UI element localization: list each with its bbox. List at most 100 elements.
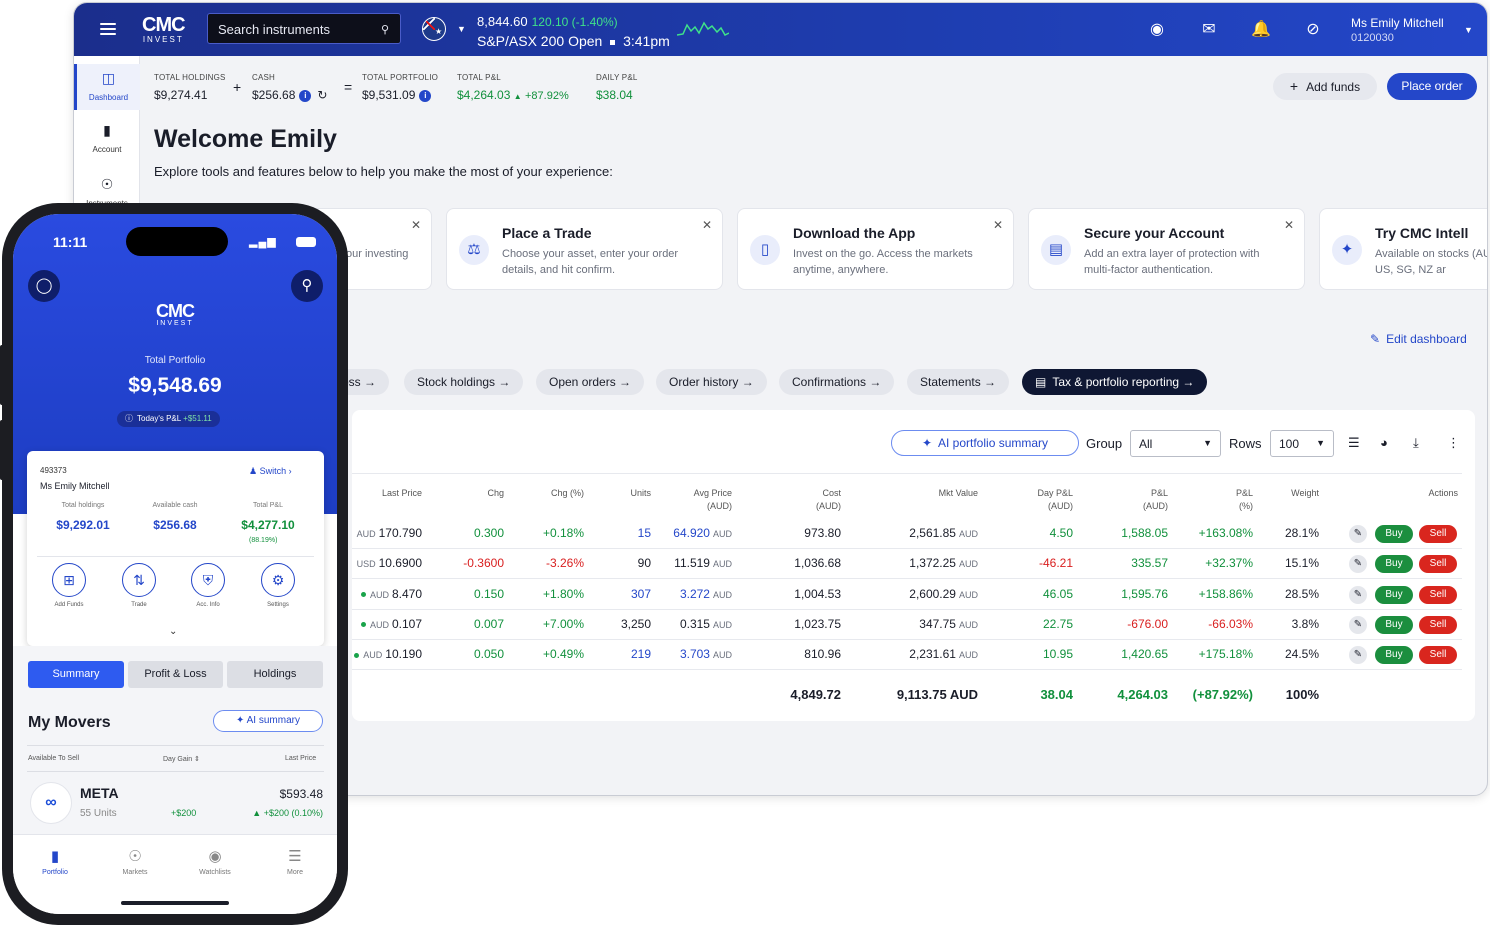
card-place-trade[interactable]: ⚖ Place a Trade Choose your asset, enter… [446, 208, 723, 290]
sell-button[interactable]: Sell [1419, 525, 1457, 543]
add-funds-icon[interactable]: ⊞ [52, 563, 86, 597]
user-icon: ♟ [249, 466, 258, 476]
chat-icon[interactable]: ◯ [28, 270, 60, 302]
ai-summary-label: AI portfolio summary [938, 436, 1049, 450]
currency: AUD [712, 619, 732, 630]
close-icon[interactable]: ✕ [702, 218, 712, 232]
chevron-down-icon[interactable]: ⌄ [169, 626, 177, 637]
mover-name[interactable]: META [80, 785, 119, 801]
tab-summary[interactable]: Summary [28, 661, 124, 688]
nav-markets[interactable]: ☉ Markets [105, 847, 165, 876]
buy-button[interactable]: Buy [1375, 615, 1413, 634]
today-label: Today's P&L [137, 414, 181, 423]
sell-button[interactable]: Sell [1419, 646, 1457, 665]
card-cmc-intelligence[interactable]: ✦ Try CMC Intell Available on stocks (AU… [1319, 208, 1487, 290]
ai-summary-button[interactable]: ✦ AI summary [213, 710, 323, 732]
sell-button[interactable]: Sell [1419, 555, 1457, 574]
edit-icon[interactable]: ✎ [1349, 525, 1367, 543]
col-day-gain[interactable]: Day Gain ⇕ [163, 755, 200, 763]
menu-icon[interactable] [100, 23, 116, 35]
place-order-button[interactable]: Place order [1387, 73, 1477, 100]
tab-confirmations[interactable]: Confirmations → [779, 369, 895, 395]
gear-icon[interactable]: ⚙ [261, 563, 295, 597]
tab-statements[interactable]: Statements → [907, 369, 1010, 395]
switch-account-button[interactable]: ♟ Switch › [249, 466, 292, 477]
search-input[interactable]: Search instruments ⚲ [207, 13, 401, 44]
download-icon[interactable]: ⤓ [1413, 435, 1419, 451]
buy-button[interactable]: Buy [1375, 525, 1413, 543]
close-icon[interactable]: ✕ [1284, 218, 1294, 232]
index-status-line: S&P/ASX 200 Open 3:41pm [477, 33, 670, 49]
col-pnl-pct: P&L (%) [1183, 487, 1253, 513]
pnl-label: Total P&L [253, 502, 283, 509]
total-pnl: 4,264.03 [1117, 687, 1168, 702]
pie-chart-icon[interactable]: ◕ [1380, 435, 1388, 450]
info-icon[interactable]: i [419, 89, 432, 102]
globe-icon: ☉ [128, 848, 142, 865]
value: 1,372.25 [909, 556, 956, 571]
pnl-pct: +87.92% [525, 90, 569, 102]
signal-wifi-icon: ▂▄▆ [249, 236, 277, 248]
palette-icon[interactable]: ◉ [1147, 20, 1167, 40]
card-download-app[interactable]: ▯ Download the App Invest on the go. Acc… [737, 208, 1014, 290]
tab-tax-portfolio-reporting[interactable]: ▤ Tax & portfolio reporting → [1022, 369, 1208, 395]
refresh-icon[interactable]: ↻ [317, 88, 327, 102]
close-icon[interactable]: ✕ [411, 218, 421, 232]
buy-button[interactable]: Buy [1375, 555, 1413, 574]
group-select[interactable]: All ▼ [1130, 430, 1221, 457]
currency: AUD [958, 529, 978, 539]
tab-open-orders[interactable]: Open orders → [536, 369, 645, 395]
total-portfolio-value: $9,548.69 [128, 374, 222, 397]
cell-units: 3,250 [620, 616, 651, 631]
buy-button[interactable]: Buy [1375, 646, 1413, 665]
sidebar-item-account[interactable]: ▮ Account [74, 122, 140, 162]
col-mkt-value: Mkt Value [938, 488, 978, 498]
edit-icon[interactable]: ✎ [1349, 615, 1367, 634]
holdings-label: Total holdings [61, 502, 105, 509]
mail-icon[interactable]: ✉ [1199, 20, 1219, 40]
add-funds-button[interactable]: + Add funds [1273, 73, 1377, 100]
tab-holdings[interactable]: Holdings [227, 661, 323, 688]
edit-icon[interactable]: ✎ [1349, 585, 1367, 604]
search-icon[interactable]: ⚲ [381, 23, 389, 36]
trade-arrows-icon[interactable]: ⇅ [122, 563, 156, 597]
info-icon[interactable]: i [299, 89, 312, 102]
col-pnl: P&L (AUD) [1098, 487, 1168, 513]
tab-order-history[interactable]: Order history → [656, 369, 767, 395]
sell-button[interactable]: Sell [1419, 585, 1457, 604]
buy-button[interactable]: Buy [1375, 585, 1413, 604]
search-icon[interactable]: ⚲ [291, 270, 323, 302]
close-icon[interactable]: ✕ [993, 218, 1003, 232]
sparkle-icon: ✦ [921, 436, 932, 450]
sell-button[interactable]: Sell [1419, 615, 1457, 634]
more-vertical-icon[interactable]: ⋮ [1447, 435, 1460, 451]
chevron-down-icon[interactable]: ▼ [1464, 25, 1473, 35]
sidebar-item-instruments[interactable]: ☉ Instruments [74, 176, 140, 208]
chevron-down-icon[interactable]: ▼ [457, 24, 466, 34]
account-id: 493373 [40, 466, 67, 475]
cell-pnlpct: +175.18% [1198, 647, 1253, 662]
page-title: Welcome Emily [154, 125, 337, 153]
tab-profit-loss[interactable]: Profit & Loss [128, 661, 223, 688]
bell-icon[interactable]: 🔔 [1251, 20, 1271, 40]
ai-portfolio-summary-button[interactable]: ✦ AI portfolio summary [891, 430, 1079, 456]
nav-watchlists[interactable]: ◉ Watchlists [185, 847, 245, 876]
stack-icon[interactable]: ☰ [1348, 435, 1360, 451]
nav-more[interactable]: ☰ More [265, 847, 325, 876]
tab-stock-holdings[interactable]: Stock holdings → [404, 369, 524, 395]
edit-dashboard-link[interactable]: ✎ Edit dashboard [1370, 332, 1467, 346]
user-name[interactable]: Ms Emily Mitchell [1351, 16, 1444, 30]
tab-label: Tax & portfolio reporting [1052, 375, 1180, 389]
rows-select[interactable]: 100 ▼ [1270, 430, 1334, 457]
phone-icon: ▯ [750, 235, 780, 265]
nav-portfolio[interactable]: ▮ Portfolio [25, 847, 85, 876]
eye-off-icon[interactable]: ⊘ [1303, 20, 1323, 40]
cmc-logo[interactable]: CMC INVEST [142, 15, 186, 44]
row-divider [352, 548, 1462, 549]
shield-icon[interactable]: ⛨ [191, 563, 225, 597]
cash-value: $256.68 [153, 518, 197, 532]
australia-flag-icon[interactable] [422, 17, 446, 41]
card-secure-account[interactable]: ▤ Secure your Account Add an extra layer… [1028, 208, 1305, 290]
logo-sub: INVEST [156, 320, 194, 327]
sidebar-item-dashboard[interactable]: ◫ Dashboard [74, 64, 140, 110]
